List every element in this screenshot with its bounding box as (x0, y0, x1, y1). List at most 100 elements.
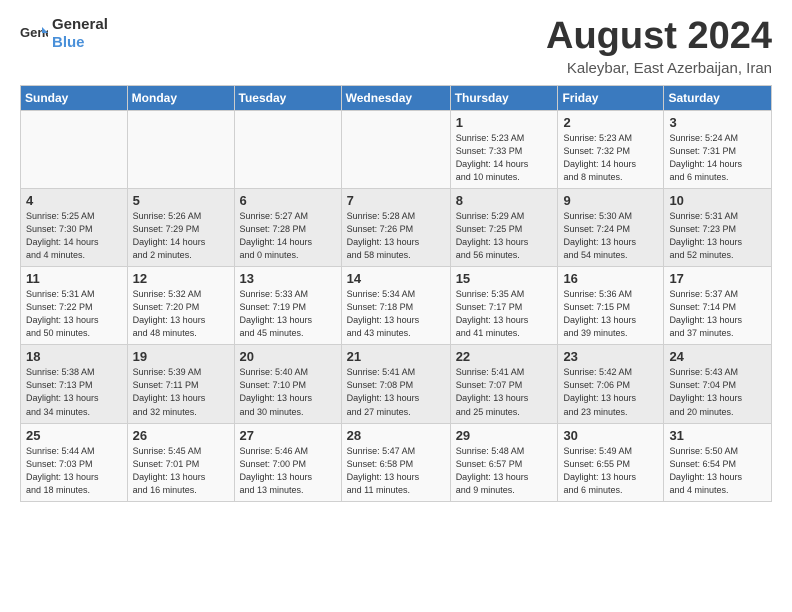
day-cell: 29Sunrise: 5:48 AM Sunset: 6:57 PM Dayli… (450, 423, 558, 501)
day-header-tuesday: Tuesday (234, 85, 341, 110)
day-info: Sunrise: 5:31 AM Sunset: 7:23 PM Dayligh… (669, 210, 766, 262)
day-cell: 11Sunrise: 5:31 AM Sunset: 7:22 PM Dayli… (21, 267, 128, 345)
day-info: Sunrise: 5:23 AM Sunset: 7:33 PM Dayligh… (456, 132, 553, 184)
day-cell: 25 Sunrise: 5:44 AM Sunset: 7:03 PM Dayli… (21, 423, 128, 501)
location: Kaleybar, East Azerbaijan, Iran (546, 60, 772, 77)
day-info: Sunrise: 5:23 AM Sunset: 7:32 PM Dayligh… (563, 132, 658, 184)
day-cell: 23Sunrise: 5:42 AM Sunset: 7:06 PM Dayli… (558, 345, 664, 423)
day-cell: 1Sunrise: 5:23 AM Sunset: 7:33 PM Daylig… (450, 110, 558, 188)
day-number: 4 (26, 193, 122, 208)
day-number: 7 (347, 193, 445, 208)
day-cell: 14Sunrise: 5:34 AM Sunset: 7:18 PM Dayli… (341, 267, 450, 345)
day-info: Sunrise: 5:48 AM Sunset: 6:57 PM Dayligh… (456, 445, 553, 497)
day-number: 12 (133, 271, 229, 286)
day-number: 10 (669, 193, 766, 208)
title-block: August 2024 Kaleybar, East Azerbaijan, I… (546, 16, 772, 77)
day-info: Sunrise: 5:32 AM Sunset: 7:20 PM Dayligh… (133, 288, 229, 340)
day-info: Sunrise: 5:24 AM Sunset: 7:31 PM Dayligh… (669, 132, 766, 184)
week-row-4: 18Sunrise: 5:38 AM Sunset: 7:13 PM Dayli… (21, 345, 772, 423)
day-cell: 21 Sunrise: 5:41 AM Sunset: 7:08 PM Dayli… (341, 345, 450, 423)
day-cell (127, 110, 234, 188)
day-number: 22 (456, 349, 553, 364)
day-info: Sunrise: 5:33 AM Sunset: 7:19 PM Dayligh… (240, 288, 336, 340)
page: General General Blue August 2024 Kaleyba… (0, 0, 792, 518)
day-info: Sunrise: 5:36 AM Sunset: 7:15 PM Dayligh… (563, 288, 658, 340)
day-number: 6 (240, 193, 336, 208)
logo-general: General (52, 16, 108, 33)
day-cell: 10 Sunrise: 5:31 AM Sunset: 7:23 PM Dayli… (664, 188, 772, 266)
day-info: Sunrise: 5:28 AM Sunset: 7:26 PM Dayligh… (347, 210, 445, 262)
day-cell: 2 Sunrise: 5:23 AM Sunset: 7:32 PM Daylig… (558, 110, 664, 188)
day-cell: 15Sunrise: 5:35 AM Sunset: 7:17 PM Dayli… (450, 267, 558, 345)
day-number: 30 (563, 428, 658, 443)
day-info: Sunrise: 5:47 AM Sunset: 6:58 PM Dayligh… (347, 445, 445, 497)
day-number: 25 (26, 428, 122, 443)
day-cell (21, 110, 128, 188)
day-info: Sunrise: 5:43 AM Sunset: 7:04 PM Dayligh… (669, 366, 766, 418)
day-number: 23 (563, 349, 658, 364)
day-number: 5 (133, 193, 229, 208)
day-info: Sunrise: 5:39 AM Sunset: 7:11 PM Dayligh… (133, 366, 229, 418)
day-info: Sunrise: 5:45 AM Sunset: 7:01 PM Dayligh… (133, 445, 229, 497)
day-info: Sunrise: 5:30 AM Sunset: 7:24 PM Dayligh… (563, 210, 658, 262)
logo-blue: Blue (52, 34, 85, 51)
day-info: Sunrise: 5:46 AM Sunset: 7:00 PM Dayligh… (240, 445, 336, 497)
day-cell: 31 Sunrise: 5:50 AM Sunset: 6:54 PM Dayli… (664, 423, 772, 501)
day-info: Sunrise: 5:49 AM Sunset: 6:55 PM Dayligh… (563, 445, 658, 497)
calendar: SundayMondayTuesdayWednesdayThursdayFrid… (20, 85, 772, 502)
day-number: 11 (26, 271, 122, 286)
day-cell: 9 Sunrise: 5:30 AM Sunset: 7:24 PM Daylig… (558, 188, 664, 266)
day-number: 9 (563, 193, 658, 208)
day-info: Sunrise: 5:34 AM Sunset: 7:18 PM Dayligh… (347, 288, 445, 340)
day-number: 2 (563, 115, 658, 130)
day-number: 26 (133, 428, 229, 443)
day-number: 27 (240, 428, 336, 443)
day-cell: 4Sunrise: 5:25 AM Sunset: 7:30 PM Daylig… (21, 188, 128, 266)
day-cell: 7 Sunrise: 5:28 AM Sunset: 7:26 PM Daylig… (341, 188, 450, 266)
week-row-1: 1Sunrise: 5:23 AM Sunset: 7:33 PM Daylig… (21, 110, 772, 188)
day-cell: 12 Sunrise: 5:32 AM Sunset: 7:20 PM Dayli… (127, 267, 234, 345)
day-info: Sunrise: 5:40 AM Sunset: 7:10 PM Dayligh… (240, 366, 336, 418)
day-number: 31 (669, 428, 766, 443)
day-header-monday: Monday (127, 85, 234, 110)
day-cell: 17 Sunrise: 5:37 AM Sunset: 7:14 PM Dayli… (664, 267, 772, 345)
month-title: August 2024 (546, 16, 772, 58)
day-number: 17 (669, 271, 766, 286)
day-cell: 3 Sunrise: 5:24 AM Sunset: 7:31 PM Daylig… (664, 110, 772, 188)
day-cell (234, 110, 341, 188)
week-row-5: 25 Sunrise: 5:44 AM Sunset: 7:03 PM Dayli… (21, 423, 772, 501)
day-header-wednesday: Wednesday (341, 85, 450, 110)
day-info: Sunrise: 5:41 AM Sunset: 7:08 PM Dayligh… (347, 366, 445, 418)
day-info: Sunrise: 5:50 AM Sunset: 6:54 PM Dayligh… (669, 445, 766, 497)
day-number: 16 (563, 271, 658, 286)
day-cell: 22Sunrise: 5:41 AM Sunset: 7:07 PM Dayli… (450, 345, 558, 423)
day-cell: 16 Sunrise: 5:36 AM Sunset: 7:15 PM Dayli… (558, 267, 664, 345)
day-header-thursday: Thursday (450, 85, 558, 110)
day-cell: 19 Sunrise: 5:39 AM Sunset: 7:11 PM Dayli… (127, 345, 234, 423)
week-row-3: 11Sunrise: 5:31 AM Sunset: 7:22 PM Dayli… (21, 267, 772, 345)
day-cell: 26 Sunrise: 5:45 AM Sunset: 7:01 PM Dayli… (127, 423, 234, 501)
day-cell: 27 Sunrise: 5:46 AM Sunset: 7:00 PM Dayli… (234, 423, 341, 501)
day-number: 3 (669, 115, 766, 130)
day-info: Sunrise: 5:37 AM Sunset: 7:14 PM Dayligh… (669, 288, 766, 340)
day-cell: 5Sunrise: 5:26 AM Sunset: 7:29 PM Daylig… (127, 188, 234, 266)
day-info: Sunrise: 5:35 AM Sunset: 7:17 PM Dayligh… (456, 288, 553, 340)
day-number: 21 (347, 349, 445, 364)
day-cell: 28Sunrise: 5:47 AM Sunset: 6:58 PM Dayli… (341, 423, 450, 501)
day-cell: 30 Sunrise: 5:49 AM Sunset: 6:55 PM Dayli… (558, 423, 664, 501)
day-cell: 8Sunrise: 5:29 AM Sunset: 7:25 PM Daylig… (450, 188, 558, 266)
day-cell: 6Sunrise: 5:27 AM Sunset: 7:28 PM Daylig… (234, 188, 341, 266)
day-cell: 20 Sunrise: 5:40 AM Sunset: 7:10 PM Dayli… (234, 345, 341, 423)
day-info: Sunrise: 5:44 AM Sunset: 7:03 PM Dayligh… (26, 445, 122, 497)
week-row-2: 4Sunrise: 5:25 AM Sunset: 7:30 PM Daylig… (21, 188, 772, 266)
logo-icon: General (20, 23, 48, 45)
day-header-friday: Friday (558, 85, 664, 110)
calendar-header-row: SundayMondayTuesdayWednesdayThursdayFrid… (21, 85, 772, 110)
day-number: 24 (669, 349, 766, 364)
day-cell: 24 Sunrise: 5:43 AM Sunset: 7:04 PM Dayli… (664, 345, 772, 423)
day-number: 19 (133, 349, 229, 364)
day-number: 20 (240, 349, 336, 364)
day-header-saturday: Saturday (664, 85, 772, 110)
day-number: 18 (26, 349, 122, 364)
day-header-sunday: Sunday (21, 85, 128, 110)
